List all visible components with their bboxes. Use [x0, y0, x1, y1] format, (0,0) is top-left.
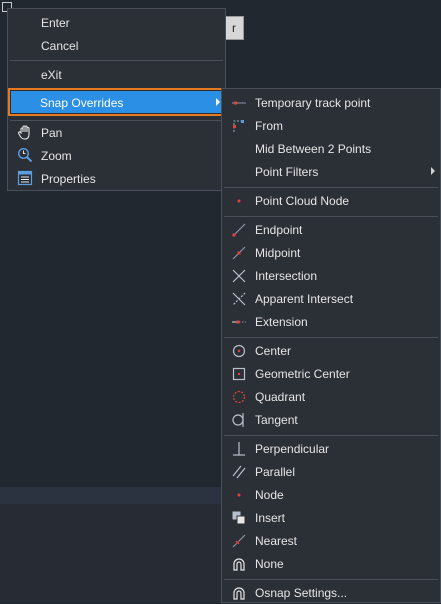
submenu-item-label: Endpoint: [255, 222, 303, 237]
insert-icon: [232, 511, 246, 525]
submenu-item-tangent[interactable]: Tangent: [222, 408, 440, 431]
zoom-magnifier-icon: [17, 147, 33, 163]
properties-palette-icon: [17, 170, 33, 186]
node-icon: [237, 493, 241, 497]
menu-item-cancel[interactable]: Cancel: [8, 34, 225, 57]
temporary-track-point-icon: [232, 101, 246, 105]
endpoint-icon: [232, 223, 246, 237]
submenu-item-nearest[interactable]: Nearest: [222, 529, 440, 552]
osnap-settings-magnet-icon: [233, 587, 245, 600]
submenu-item-label: None: [255, 556, 284, 571]
menu-item-properties[interactable]: Properties: [8, 167, 225, 190]
submenu-item-label: From: [255, 118, 283, 133]
submenu-item-insert[interactable]: Insert: [222, 506, 440, 529]
submenu-item-label: Point Filters: [255, 164, 319, 179]
submenu-item-center[interactable]: Center: [222, 339, 440, 362]
submenu-item-label: Mid Between 2 Points: [255, 141, 372, 156]
submenu-item-node[interactable]: Node: [222, 483, 440, 506]
menu-item-enter[interactable]: Enter: [8, 11, 225, 34]
menu-item-label: Properties: [41, 171, 96, 186]
submenu-item-quadrant[interactable]: Quadrant: [222, 385, 440, 408]
point-cloud-node-icon: [237, 199, 241, 203]
submenu-separator: [224, 579, 438, 580]
nearest-icon: [232, 534, 246, 548]
submenu-item-label: Perpendicular: [255, 441, 330, 456]
submenu-item-label: Point Cloud Node: [255, 193, 350, 208]
submenu-separator: [224, 435, 438, 436]
submenu-separator: [224, 216, 438, 217]
tangent-icon: [232, 413, 244, 427]
submenu-item-extension[interactable]: Extension: [222, 310, 440, 333]
intersection-icon: [232, 269, 246, 283]
background-button[interactable]: r: [224, 16, 244, 40]
extension-icon: [232, 320, 246, 324]
submenu-item-intersection[interactable]: Intersection: [222, 264, 440, 287]
menu-item-label: Enter: [41, 15, 70, 30]
submenu-item-endpoint[interactable]: Endpoint: [222, 218, 440, 241]
submenu-separator: [224, 337, 438, 338]
apparent-intersect-icon: [232, 292, 246, 306]
snap-overrides-label: Snap Overrides: [40, 96, 124, 110]
submenu-item-label: Temporary track point: [255, 95, 371, 110]
perpendicular-icon: [233, 442, 245, 456]
submenu-item-perpendicular[interactable]: Perpendicular: [222, 437, 440, 460]
submenu-item-none[interactable]: None: [222, 552, 440, 575]
submenu-item-temporary-track-point[interactable]: Temporary track point: [222, 91, 440, 114]
submenu-item-label: Intersection: [255, 268, 318, 283]
magnet-off-icon: [233, 558, 245, 571]
submenu-item-label: Insert: [255, 510, 286, 525]
quadrant-icon: [232, 390, 246, 404]
menu-item-label: Zoom: [41, 148, 72, 163]
submenu-item-point-cloud-node[interactable]: Point Cloud Node: [222, 189, 440, 212]
submenu-item-geometric-center[interactable]: Geometric Center: [222, 362, 440, 385]
menu-item-label: Pan: [41, 125, 63, 140]
center-icon: [232, 344, 246, 358]
submenu-item-label: Tangent: [255, 412, 298, 427]
background-button-label: r: [232, 21, 236, 35]
submenu-item-label: Quadrant: [255, 389, 306, 404]
submenu-item-point-filters[interactable]: Point Filters: [222, 160, 440, 183]
from-icon: [233, 120, 244, 132]
submenu-arrow-icon: [216, 98, 220, 106]
submenu-item-label: Center: [255, 343, 292, 358]
submenu-item-osnap-settings[interactable]: Osnap Settings...: [222, 581, 440, 604]
submenu-item-label: Node: [255, 487, 284, 502]
submenu-arrow-icon: [431, 167, 435, 175]
submenu-item-label: Osnap Settings...: [255, 585, 348, 600]
menu-item-label: Cancel: [41, 38, 79, 53]
menu-item-exit[interactable]: eXit: [8, 63, 225, 86]
menu-item-zoom[interactable]: Zoom: [8, 144, 225, 167]
hand-icon: [17, 125, 30, 140]
submenu-item-mid-between-2-points[interactable]: Mid Between 2 Points: [222, 137, 440, 160]
submenu-item-apparent-intersect[interactable]: Apparent Intersect: [222, 287, 440, 310]
menu-separator: [10, 60, 223, 61]
menu-item-pan[interactable]: Pan: [8, 121, 225, 144]
submenu-item-from[interactable]: From: [222, 114, 440, 137]
submenu-separator: [224, 187, 438, 188]
submenu-item-label: Midpoint: [255, 245, 301, 260]
submenu-item-label: Extension: [255, 314, 308, 329]
submenu-item-midpoint[interactable]: Midpoint: [222, 241, 440, 264]
snap-overrides-submenu: Temporary track point From Mid Between 2…: [221, 88, 441, 603]
menu-item-label: eXit: [41, 67, 62, 82]
midpoint-icon: [232, 246, 246, 260]
submenu-item-label: Parallel: [255, 464, 296, 479]
parallel-icon: [232, 465, 246, 479]
geometric-center-icon: [232, 367, 246, 381]
submenu-item-label: Geometric Center: [255, 366, 350, 381]
submenu-item-parallel[interactable]: Parallel: [222, 460, 440, 483]
submenu-item-label: Nearest: [255, 533, 298, 548]
submenu-item-label: Apparent Intersect: [255, 291, 354, 306]
